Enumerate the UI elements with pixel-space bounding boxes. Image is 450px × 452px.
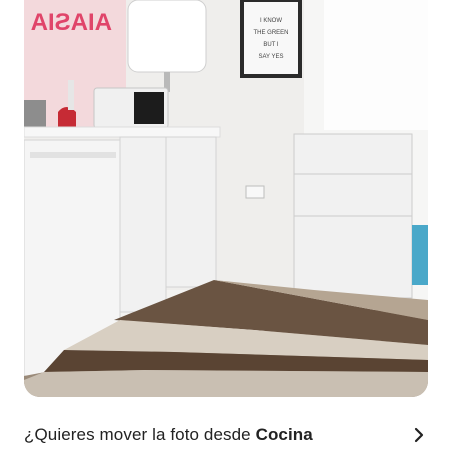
move-photo-row[interactable]: ¿Quieres mover la foto desde Cocina <box>24 418 428 452</box>
chevron-right-icon[interactable] <box>410 426 428 444</box>
frame-line-2: THE GREEN <box>253 30 288 36</box>
frame-line-1: I KNOW <box>260 18 282 24</box>
kitchen-photo: AIASIA I KNOW THE GREEN BUT I SAY YES <box>24 0 428 397</box>
move-photo-text: ¿Quieres mover la foto desde Cocina <box>24 425 313 445</box>
frame-line-3: BUT I <box>263 42 279 48</box>
wall-sign-text: AIASIA <box>31 9 112 36</box>
listing-photo[interactable]: AIASIA I KNOW THE GREEN BUT I SAY YES <box>24 0 428 397</box>
move-photo-prefix: ¿Quieres mover la foto desde <box>24 425 256 444</box>
room-name: Cocina <box>255 425 313 444</box>
frame-line-4: SAY YES <box>258 54 283 60</box>
